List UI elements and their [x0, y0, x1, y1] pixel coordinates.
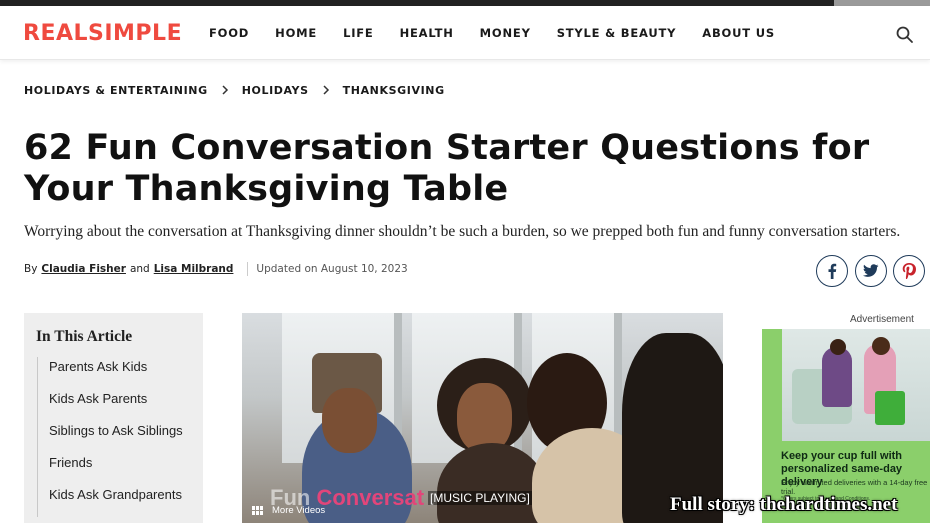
toc-item[interactable]: Parents Ask Kids: [38, 357, 183, 389]
pinterest-icon: [902, 263, 916, 279]
nav-food[interactable]: FOOD: [209, 26, 249, 40]
nav-home[interactable]: HOME: [275, 26, 317, 40]
breadcrumb-holidays[interactable]: HOLIDAYS: [242, 84, 309, 97]
chevron-right-icon: [222, 85, 228, 95]
table-of-contents: In This Article Parents Ask Kids Kids As…: [24, 313, 203, 523]
breadcrumb-holidays-entertaining[interactable]: HOLIDAYS & ENTERTAINING: [24, 84, 208, 97]
more-videos-label: More Videos: [272, 505, 326, 516]
twitter-share-button[interactable]: [855, 255, 887, 287]
more-videos-button[interactable]: More Videos: [252, 505, 325, 516]
site-logo[interactable]: REALSIMPLE: [23, 21, 182, 46]
breadcrumb: HOLIDAYS & ENTERTAINING HOLIDAYS THANKSG…: [24, 83, 445, 97]
nav-life[interactable]: LIFE: [343, 26, 374, 40]
author-link-1[interactable]: Claudia Fisher: [41, 263, 126, 275]
byline-prefix: By: [24, 263, 38, 275]
site-header: REALSIMPLE FOOD HOME LIFE HEALTH MONEY S…: [0, 6, 930, 60]
article-dek: Worrying about the conversation at Thank…: [24, 223, 901, 240]
toc-title: In This Article: [36, 328, 133, 345]
nav-health[interactable]: HEALTH: [400, 26, 454, 40]
author-link-2[interactable]: Lisa Milbrand: [154, 263, 234, 275]
video-overlay-word-2: Conversat: [316, 485, 425, 510]
grid-icon: [252, 505, 264, 516]
twitter-icon: [863, 264, 879, 277]
byline: By Claudia Fisher and Lisa Milbrand Upda…: [24, 262, 408, 276]
nav-money[interactable]: MONEY: [480, 26, 531, 40]
breadcrumb-thanksgiving[interactable]: THANKSGIVING: [343, 84, 445, 97]
main-nav: FOOD HOME LIFE HEALTH MONEY STYLE & BEAU…: [209, 26, 801, 40]
advertisement-label: Advertisement: [850, 314, 914, 325]
page-title: 62 Fun Conversation Starter Questions fo…: [24, 128, 870, 209]
toc-item[interactable]: Kids Ask Grandparents: [38, 485, 183, 517]
chevron-right-icon: [323, 85, 329, 95]
updated-date: Updated on August 10, 2023: [256, 263, 408, 275]
byline-and: and: [129, 263, 150, 275]
video-player[interactable]: Fun Conversat [MUSIC PLAYING] More Video…: [242, 313, 723, 523]
nav-about-us[interactable]: ABOUT US: [702, 26, 775, 40]
video-person-1-face: [322, 388, 377, 453]
watermark: Full story: thehardtimes.net: [670, 494, 898, 515]
shopping-bag-icon: [875, 391, 905, 425]
toc-item[interactable]: Friends: [38, 453, 183, 485]
byline-divider: [247, 262, 249, 276]
pinterest-share-button[interactable]: [893, 255, 925, 287]
search-icon[interactable]: [895, 25, 915, 45]
toc-list: Parents Ask Kids Kids Ask Parents Siblin…: [37, 357, 183, 517]
nav-style-beauty[interactable]: STYLE & BEAUTY: [557, 26, 677, 40]
toc-item[interactable]: Kids Ask Parents: [38, 389, 183, 421]
ad-image: [782, 329, 930, 441]
facebook-icon: [828, 263, 837, 279]
toc-item[interactable]: Siblings to Ask Siblings: [38, 421, 183, 453]
facebook-share-button[interactable]: [816, 255, 848, 287]
video-caption: [MUSIC PLAYING]: [428, 491, 532, 505]
